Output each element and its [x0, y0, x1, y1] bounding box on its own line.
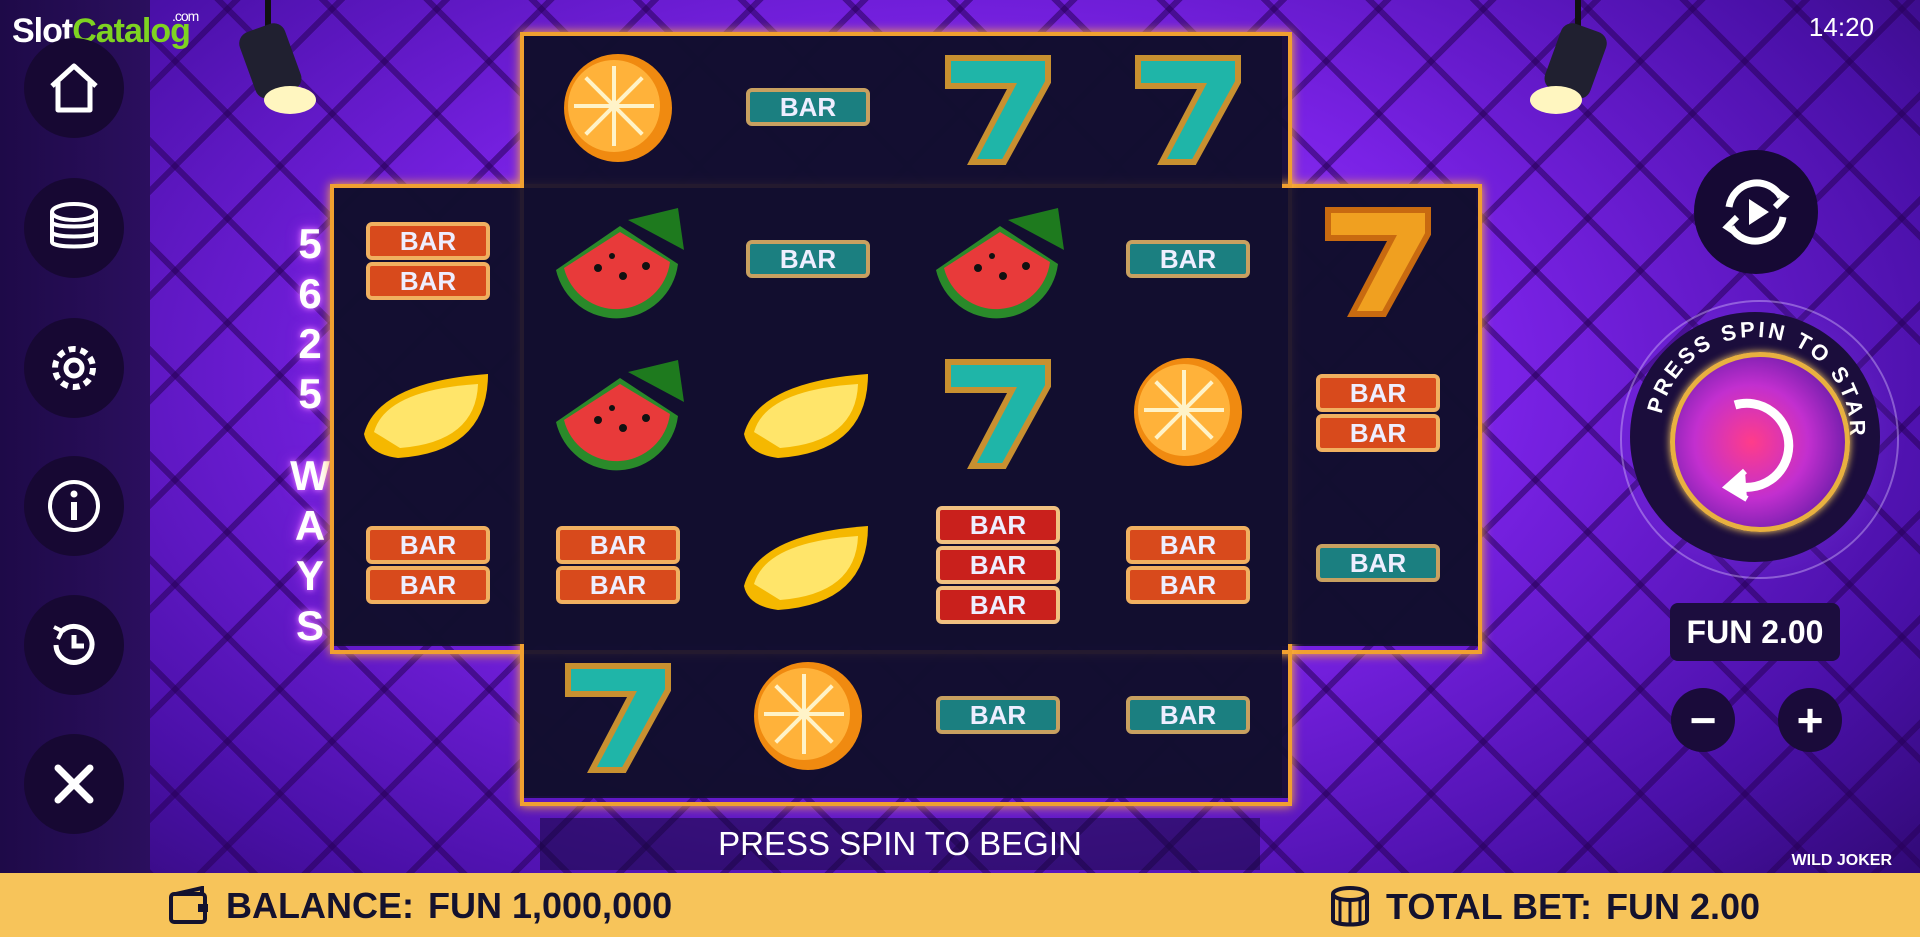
svg-text:BAR: BAR: [1160, 530, 1217, 560]
press-spin-banner: PRESS SPIN TO BEGIN: [540, 818, 1260, 870]
game-name: WILD JOKER: [1791, 852, 1892, 869]
reel-symbol-orange: [528, 38, 708, 178]
spotlight-icon: [1530, 0, 1607, 114]
reel-symbol-seven-teal: [908, 342, 1088, 482]
decrease-bet-button[interactable]: −: [1671, 688, 1735, 752]
reel-symbol-bar-teal: BAR: [1098, 190, 1278, 330]
svg-text:BAR: BAR: [400, 226, 457, 256]
svg-text:BAR: BAR: [1350, 378, 1407, 408]
spin-button[interactable]: [1670, 352, 1850, 532]
ways-counter: 5625 WAYS: [290, 220, 330, 649]
svg-text:BAR: BAR: [970, 510, 1027, 540]
reel-symbol-bar2: BAR BAR: [1098, 494, 1278, 634]
reel-symbol-watermelon: [908, 190, 1088, 330]
svg-text:BAR: BAR: [970, 700, 1027, 730]
gear-icon: [52, 346, 96, 390]
coins-button[interactable]: [24, 178, 124, 278]
reel-symbol-bar-teal: BAR: [1098, 646, 1278, 786]
svg-text:BAR: BAR: [1350, 548, 1407, 578]
reel-symbol-bar2: BAR BAR: [338, 494, 518, 634]
reel-symbol-bar3: BAR BAR BAR: [908, 494, 1088, 634]
balance-label: BALANCE:: [226, 885, 414, 926]
plus-icon: +: [1796, 694, 1824, 746]
total-bet-label: TOTAL BET:: [1386, 886, 1592, 927]
info-button[interactable]: [24, 456, 124, 556]
reel-symbol-seven-gold: [1288, 190, 1468, 330]
reel-symbol-bar2: BAR BAR: [338, 190, 518, 330]
wallet-icon: [169, 886, 208, 924]
svg-text:BAR: BAR: [1160, 570, 1217, 600]
svg-text:BAR: BAR: [1350, 418, 1407, 448]
reel-symbol-seven-teal: [908, 38, 1088, 178]
reel-symbol-orange: [718, 646, 898, 786]
reel-symbol-lemon: [718, 342, 898, 482]
svg-text:BAR: BAR: [780, 92, 837, 122]
svg-text:BAR: BAR: [970, 590, 1027, 620]
bottom-bar: BALANCE: FUN 1,000,000 TOTAL BET: FUN 2.…: [0, 873, 1920, 937]
total-bet-value: FUN 2.00: [1606, 886, 1761, 927]
reel-symbol-bar2: BAR BAR: [1288, 342, 1468, 482]
reel-symbol-orange: [1098, 342, 1278, 482]
reel-symbol-bar-teal: BAR: [1288, 494, 1468, 634]
increase-bet-button[interactable]: +: [1778, 688, 1842, 752]
reel-symbol-bar-teal: BAR: [718, 38, 898, 178]
info-icon: [48, 480, 100, 532]
autoplay-icon: [1722, 179, 1790, 245]
bet-display: FUN 2.00: [1670, 603, 1840, 661]
settings-button[interactable]: [24, 318, 124, 418]
close-button[interactable]: [24, 734, 124, 834]
spotlight-icon: [239, 0, 316, 114]
svg-text:BAR: BAR: [1160, 244, 1217, 274]
svg-text:BAR: BAR: [970, 550, 1027, 580]
reel-symbol-watermelon: [528, 190, 708, 330]
reel-symbol-bar-teal: BAR: [718, 190, 898, 330]
home-button[interactable]: [24, 38, 124, 138]
home-icon: [50, 63, 98, 113]
svg-text:BAR: BAR: [780, 244, 837, 274]
history-button[interactable]: [24, 595, 124, 695]
history-icon: [53, 623, 95, 665]
svg-text:BAR: BAR: [400, 266, 457, 296]
minus-icon: −: [1689, 694, 1717, 746]
reel-symbol-bar2: BAR BAR: [528, 494, 708, 634]
spin-arrow-icon: [1721, 398, 1794, 502]
close-icon: [54, 764, 94, 804]
clock: 14:20: [1808, 12, 1874, 42]
svg-text:BAR: BAR: [1160, 700, 1217, 730]
reel-symbol-seven-teal: [528, 646, 708, 786]
svg-text:BAR: BAR: [400, 570, 457, 600]
svg-text:BAR: BAR: [400, 530, 457, 560]
reel-symbol-lemon: [338, 342, 518, 482]
reel-symbol-watermelon: [528, 342, 708, 482]
svg-text:BAR: BAR: [590, 530, 647, 560]
reel-symbol-seven-teal: [1098, 38, 1278, 178]
balance-value: FUN 1,000,000: [427, 885, 673, 926]
coins-stack-icon: [1331, 886, 1369, 927]
svg-text:BAR: BAR: [590, 570, 647, 600]
reel-symbol-bar-teal: BAR: [908, 646, 1088, 786]
coins-icon: [50, 202, 98, 249]
autoplay-button[interactable]: [1694, 150, 1818, 274]
reel-symbol-lemon: [718, 494, 898, 634]
